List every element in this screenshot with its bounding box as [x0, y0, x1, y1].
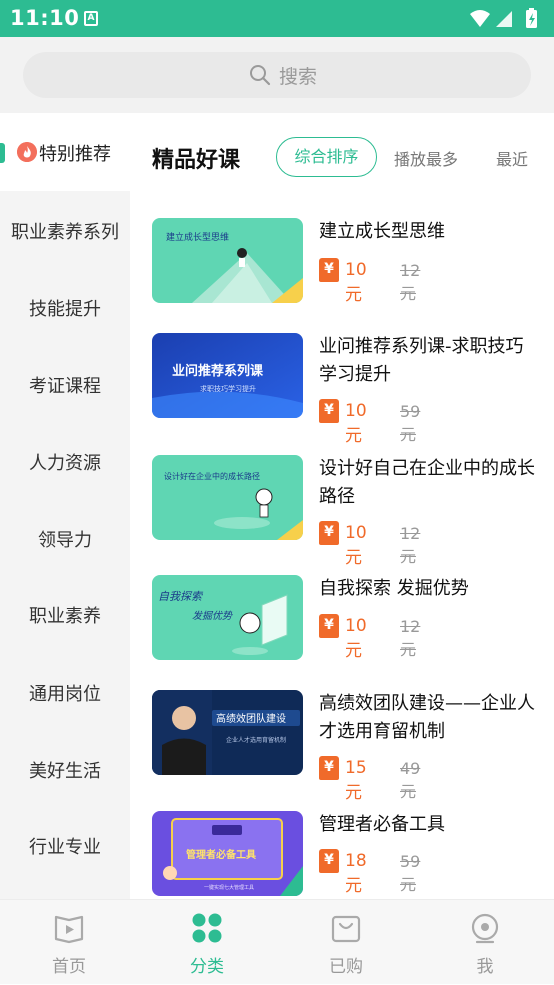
svg-text:发掘优势: 发掘优势 — [192, 610, 233, 622]
sidebar-item[interactable]: 美好生活 — [0, 757, 130, 783]
course-thumbnail: 建立成长型思维 — [152, 218, 303, 303]
tab-me[interactable]: 我 — [416, 900, 554, 985]
system-icons — [470, 8, 537, 28]
sort-recent-button[interactable]: 最近 — [496, 146, 528, 170]
yen-icon: ¥ — [319, 521, 339, 545]
svg-text:企业人才选用育留机制: 企业人才选用育留机制 — [226, 736, 286, 744]
search-icon — [250, 65, 271, 86]
course-thumbnail: 管理者必备工具 一键实现七大管理工具 — [152, 811, 303, 896]
sidebar-item[interactable]: 行业专业 — [0, 833, 130, 859]
status-bar: 11:10 A — [0, 0, 554, 37]
svg-text:自我探索: 自我探索 — [158, 590, 204, 603]
search-input[interactable]: 搜索 — [23, 52, 531, 98]
tab-home[interactable]: 首页 — [0, 900, 138, 985]
sidebar-item[interactable]: 考证课程 — [0, 372, 130, 398]
search-area: 搜索 — [0, 37, 554, 113]
tab-label: 首页 — [52, 957, 86, 977]
sidebar-item[interactable]: 技能提升 — [0, 295, 130, 321]
price-value: 10元 — [345, 616, 367, 661]
status-time: 11:10 — [10, 6, 80, 30]
svg-text:求职技巧学习提升: 求职技巧学习提升 — [200, 384, 256, 393]
original-price: 59元 — [400, 852, 421, 894]
price-value: 18元 — [345, 851, 367, 896]
yen-icon: ¥ — [319, 614, 339, 638]
yen-icon: ¥ — [319, 756, 339, 780]
price-value: 10元 — [345, 401, 367, 446]
sidebar-item-featured[interactable]: 特别推荐 — [0, 113, 130, 191]
svg-text:高绩效团队建设: 高绩效团队建设 — [216, 712, 286, 725]
course-title: 建立成长型思维 — [319, 221, 445, 242]
sidebar-item[interactable]: 领导力 — [0, 526, 130, 552]
yen-icon: ¥ — [319, 849, 339, 873]
fire-icon — [17, 142, 37, 162]
svg-text:建立成长型思维: 建立成长型思维 — [166, 231, 229, 243]
course-thumbnail: 自我探索 发掘优势 — [152, 575, 303, 660]
notification-icon: A — [84, 11, 98, 26]
course-title: 设计好自己在企业中的成长路径 — [319, 458, 535, 507]
tab-purchased[interactable]: 已购 — [277, 900, 415, 985]
tab-label: 我 — [476, 957, 494, 977]
course-title: 业问推荐系列课-求职技巧学习提升 — [319, 336, 524, 385]
yen-icon: ¥ — [319, 258, 339, 282]
section-title: 精品好课 — [152, 148, 241, 173]
shopping-bag-icon — [331, 915, 361, 943]
category-icon — [192, 913, 222, 943]
svg-text:业问推荐系列课: 业问推荐系列课 — [172, 363, 264, 379]
signal-icon — [496, 11, 512, 27]
search-placeholder: 搜索 — [279, 66, 318, 88]
course-title: 管理者必备工具 — [319, 814, 445, 835]
svg-text:设计好在企业中的成长路径: 设计好在企业中的成长路径 — [164, 471, 260, 481]
active-indicator — [0, 143, 5, 163]
play-book-icon — [54, 915, 84, 944]
price-value: 10元 — [345, 523, 367, 568]
course-list-panel: 精品好课 综合排序 播放最多 最近 建立成长型思维 建立成长型思维 ¥ 10元 … — [130, 113, 554, 899]
sidebar-item[interactable]: 职业素养系列 — [0, 218, 130, 244]
original-price: 12元 — [400, 261, 421, 303]
course-thumbnail: 设计好在企业中的成长路径 — [152, 455, 303, 540]
profile-icon — [471, 913, 499, 944]
original-price: 12元 — [400, 617, 421, 659]
original-price: 12元 — [400, 524, 421, 566]
course-thumbnail: 高绩效团队建设 企业人才选用育留机制 — [152, 690, 303, 775]
yen-icon: ¥ — [319, 399, 339, 423]
sidebar-item-label: 特别推荐 — [39, 144, 111, 165]
sidebar-item[interactable]: 职业素养 — [0, 602, 130, 628]
original-price: 59元 — [400, 402, 421, 444]
sidebar-item[interactable]: 通用岗位 — [0, 680, 130, 706]
svg-text:管理者必备工具: 管理者必备工具 — [186, 848, 256, 861]
sidebar-item[interactable]: 人力资源 — [0, 449, 130, 475]
price-value: 10元 — [345, 260, 367, 305]
tab-category[interactable]: 分类 — [138, 900, 276, 985]
sort-most-played-button[interactable]: 播放最多 — [394, 146, 458, 170]
sort-comprehensive-button[interactable]: 综合排序 — [276, 137, 377, 177]
bottom-tab-bar: 首页 分类 已购 我 — [0, 899, 554, 984]
original-price: 49元 — [400, 759, 421, 801]
tab-label: 已购 — [329, 957, 363, 977]
wifi-icon — [470, 10, 490, 27]
course-title: 高绩效团队建设——企业人才选用育留机制 — [319, 693, 535, 742]
course-thumbnail: 业问推荐系列课 求职技巧学习提升 — [152, 333, 303, 418]
course-title: 自我探索 发掘优势 — [319, 578, 469, 599]
svg-text:一键实现七大管理工具: 一键实现七大管理工具 — [204, 884, 254, 891]
price-value: 15元 — [345, 758, 367, 803]
tab-label: 分类 — [190, 957, 224, 977]
